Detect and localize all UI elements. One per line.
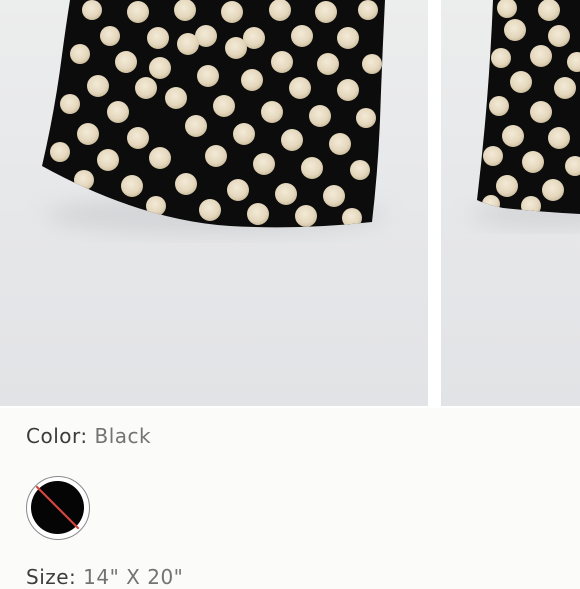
selected-color-value: Black — [94, 424, 152, 448]
color-swatch-black[interactable] — [26, 476, 90, 540]
color-selection-row: Color: Black — [26, 424, 151, 448]
selected-size-value: 14" X 20" — [83, 565, 184, 589]
size-selection-row: Size: 14" X 20" — [26, 565, 183, 589]
product-image-carousel[interactable] — [0, 0, 580, 408]
color-label: Color: — [26, 424, 88, 448]
pillow-photo-next — [471, 0, 580, 228]
product-image[interactable] — [0, 0, 428, 406]
product-image-next[interactable] — [441, 0, 580, 406]
unavailable-slash-icon — [35, 485, 80, 530]
pillow-photo — [42, 0, 385, 235]
size-label: Size: — [26, 565, 77, 589]
